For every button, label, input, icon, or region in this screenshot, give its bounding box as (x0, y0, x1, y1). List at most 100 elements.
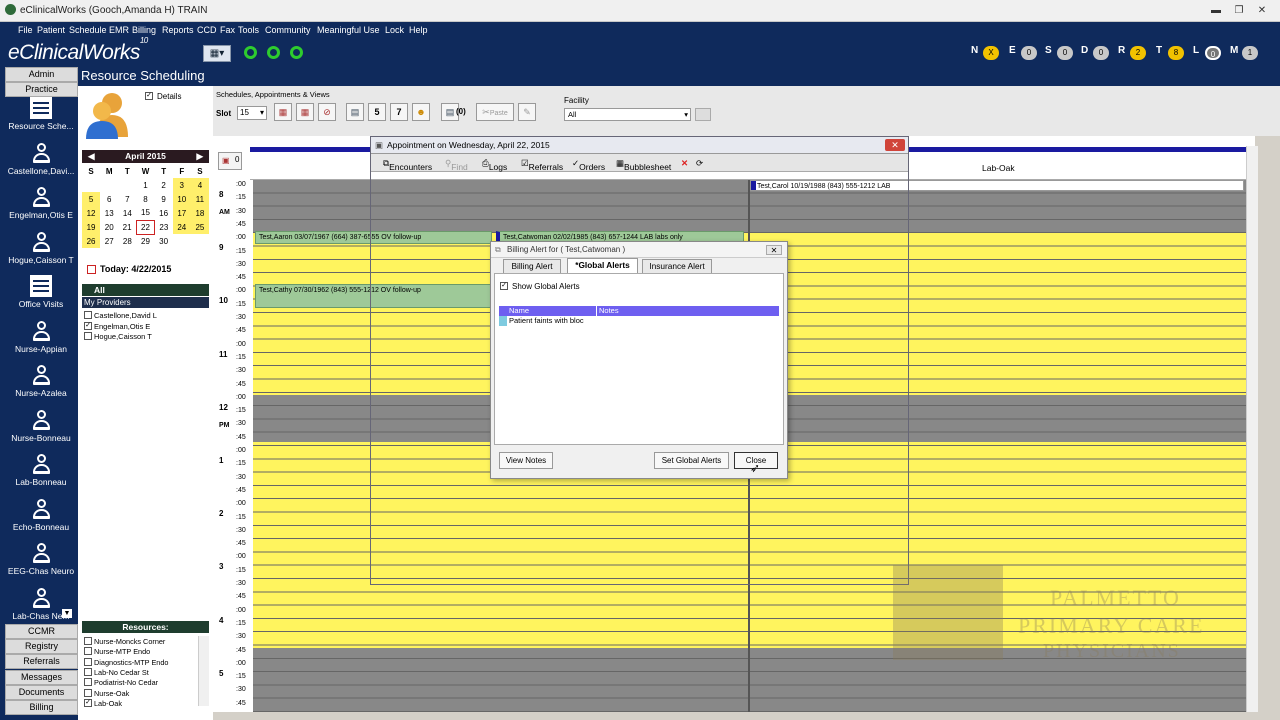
bubblesheet-button[interactable]: ▦ Bubblesheet (616, 158, 671, 172)
nav-item[interactable]: Office Visits (4, 275, 78, 319)
refresh-icon[interactable]: ⟳ (696, 158, 703, 169)
calendar-day[interactable]: 11 (190, 192, 209, 206)
calendar-icon[interactable]: ▤ (346, 103, 364, 121)
nav-bottom-button[interactable]: Referrals (5, 654, 78, 670)
jellybean-count[interactable]: 2 (1130, 46, 1146, 60)
menu-community[interactable]: Community (265, 25, 311, 35)
resource-checkbox[interactable]: ✓ (84, 698, 92, 707)
calendar-day[interactable]: 22 (135, 219, 156, 235)
schedule-scrollbar[interactable] (1246, 146, 1258, 712)
schedule-week-icon[interactable]: ▦ (296, 103, 314, 121)
schedule-day-icon[interactable]: ▦ (274, 103, 292, 121)
view-notes-button[interactable]: View Notes (499, 452, 553, 469)
practice-button[interactable]: Practice (5, 82, 78, 97)
green-status-icon[interactable] (290, 46, 303, 59)
tab-global-alerts[interactable]: *Global Alerts (567, 258, 638, 273)
menu-schedule[interactable]: Schedule (69, 25, 107, 35)
close-window-button[interactable]: ✕ (1252, 5, 1272, 17)
calendar-day[interactable]: 23 (155, 220, 173, 234)
jellybean-count[interactable]: 0 (1021, 46, 1037, 60)
find-button[interactable]: ⚲ Find (445, 158, 468, 172)
calendar-day[interactable]: 20 (100, 220, 118, 234)
resource-checkbox[interactable] (84, 637, 92, 645)
nav-bottom-button[interactable]: Billing (5, 700, 78, 715)
calendar-day[interactable]: 12 (82, 206, 101, 220)
calendar-day[interactable]: 8 (136, 192, 154, 206)
calendar-day[interactable]: 1 (136, 178, 154, 192)
jellybean-count[interactable]: 8 (1168, 46, 1184, 60)
calendar-day[interactable]: 26 (82, 234, 101, 248)
today-link[interactable]: Today: 4/22/2015 (100, 264, 171, 274)
calendar-day[interactable]: 18 (190, 206, 209, 220)
calendar-day[interactable]: 19 (82, 220, 101, 234)
resource-checkbox[interactable] (84, 678, 92, 687)
jellybean-count[interactable]: 0 (1205, 46, 1221, 60)
schedule-counter[interactable]: ▣ 0 (218, 152, 242, 170)
calendar-day[interactable]: 16 (155, 206, 173, 220)
green-status-icon[interactable] (267, 46, 280, 59)
calendar-day[interactable]: 9 (155, 192, 173, 206)
calendar-day[interactable]: 14 (118, 206, 136, 220)
menu-file[interactable]: File (18, 25, 33, 35)
delete-icon[interactable]: ✕ (681, 158, 688, 169)
menu-help[interactable]: Help (409, 25, 428, 35)
calendar-day[interactable]: 6 (100, 192, 118, 206)
green-status-icon[interactable] (244, 46, 257, 59)
resource-checkbox[interactable] (84, 688, 92, 697)
jellybean-count[interactable]: 0 (1093, 46, 1109, 60)
column-lab-oak[interactable]: Lab-Oak (982, 163, 1015, 173)
nav-item[interactable]: Resource Sche... (4, 97, 78, 141)
show-global-alerts-checkbox[interactable]: ✓ (500, 282, 508, 290)
calendar-day[interactable]: 27 (100, 234, 118, 248)
all-providers-bar[interactable]: All (82, 284, 209, 296)
prev-month-icon[interactable]: ◀ (88, 150, 95, 163)
logs-button[interactable]: ⎙ Logs (482, 158, 507, 172)
calendar-day[interactable]: 15 (136, 206, 154, 220)
nav-item[interactable]: Hogue,Caisson T (4, 231, 78, 275)
resource-checkbox[interactable] (84, 647, 92, 656)
no-show-icon[interactable]: ⊘ (318, 103, 336, 121)
alerts-list-row[interactable]: Patient faints with bloc (499, 316, 779, 326)
seven-day-view-icon[interactable]: 7 (390, 103, 408, 121)
details-checkbox[interactable]: ✓ (145, 92, 153, 100)
nav-bottom-button[interactable]: Messages (5, 669, 78, 685)
calendar-day[interactable]: 21 (118, 220, 136, 234)
calendar-day[interactable]: 3 (172, 178, 191, 192)
scroll-down-icon[interactable]: ▼ (62, 609, 72, 618)
calendar-day[interactable]: 5 (82, 192, 101, 206)
resource-view-icon[interactable]: ☻ (412, 103, 430, 121)
nav-bottom-button[interactable]: CCMR (5, 624, 78, 639)
patient-lookup-button[interactable]: ▦▾ (203, 45, 231, 62)
referrals-button[interactable]: ☑ Referrals (521, 158, 563, 172)
maximize-button[interactable]: ❐ (1229, 5, 1249, 17)
dialog-close-icon[interactable]: ✕ (766, 245, 782, 255)
nav-bottom-button[interactable]: Registry (5, 639, 78, 655)
menu-meaningful-use[interactable]: Meaningful Use (317, 25, 380, 35)
nav-item[interactable]: Nurse-Azalea (4, 364, 78, 408)
resource-scrollbar[interactable] (198, 636, 209, 706)
nav-bottom-button[interactable]: Documents (5, 684, 78, 700)
jellybean-count[interactable]: 0 (1057, 46, 1073, 60)
nav-item[interactable]: Echo-Bonneau (4, 498, 78, 542)
nav-item[interactable]: Nurse-Bonneau (4, 409, 78, 453)
calendar-day[interactable]: 30 (155, 234, 173, 248)
next-month-icon[interactable]: ▶ (196, 150, 203, 163)
jellybean-count[interactable]: X (983, 46, 999, 60)
paste-button[interactable]: ✂Paste (476, 103, 514, 121)
menu-tools[interactable]: Tools (238, 25, 259, 35)
provider-checkbox[interactable] (84, 311, 92, 319)
nav-item[interactable]: EEG-Chas Neuro (4, 542, 78, 586)
slot-select[interactable]: 15 ▾ (237, 106, 267, 120)
calendar-day[interactable]: 4 (190, 178, 209, 192)
facility-lookup-button[interactable] (695, 108, 711, 121)
menu-emr[interactable]: EMR (109, 25, 129, 35)
calendar-day[interactable]: 29 (136, 234, 154, 248)
orders-button[interactable]: ✓ Orders (572, 158, 605, 172)
tab-billing-alert[interactable]: Billing Alert (503, 259, 561, 273)
calendar-day[interactable]: 2 (155, 178, 173, 192)
calendar-day[interactable]: 24 (172, 220, 191, 234)
encounters-button[interactable]: ⧉ Encounters (383, 158, 432, 172)
appt-window-close-button[interactable]: ✕ (885, 139, 905, 151)
calendar-day[interactable]: 28 (118, 234, 136, 248)
tab-insurance-alert[interactable]: Insurance Alert (642, 259, 712, 273)
